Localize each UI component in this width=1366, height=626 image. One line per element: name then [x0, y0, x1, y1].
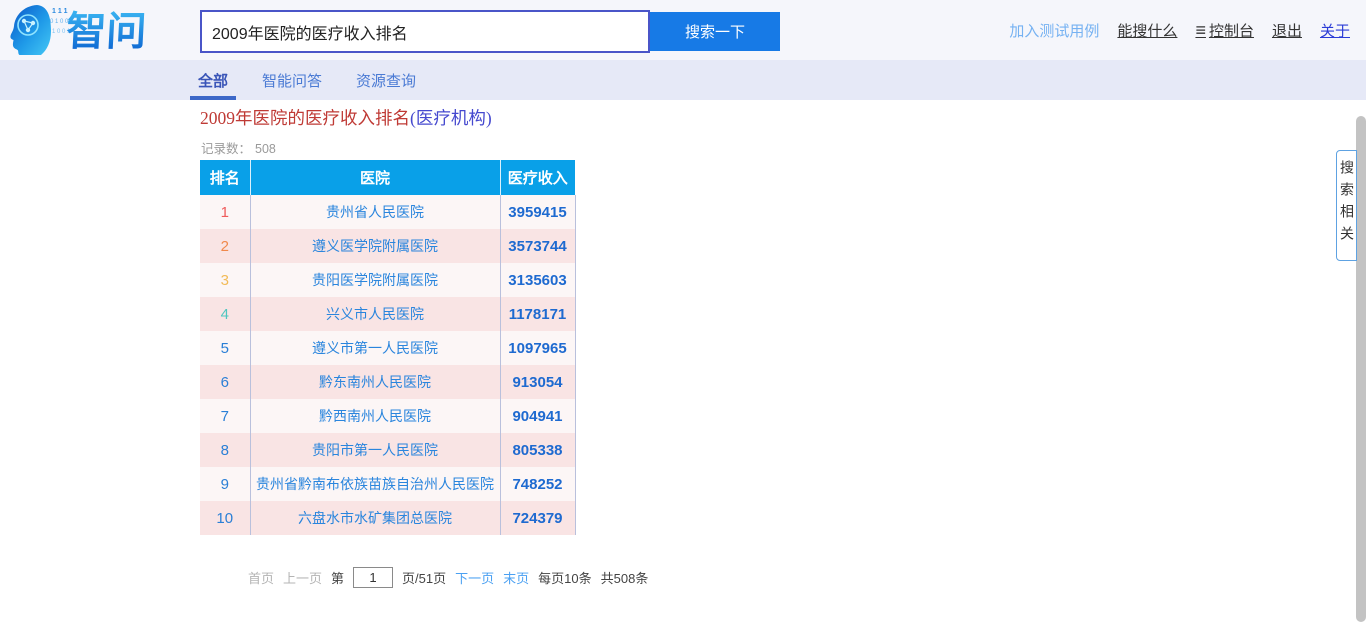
nav-logout[interactable]: 退出: [1272, 20, 1302, 41]
search-button[interactable]: 搜索一下: [650, 12, 780, 51]
table-row: 7黔西南州人民医院904941: [200, 399, 575, 433]
table-row: 8贵阳市第一人民医院805338: [200, 433, 575, 467]
search-input[interactable]: [200, 10, 650, 53]
hospital-link[interactable]: 贵阳市第一人民医院: [250, 433, 500, 467]
zhiwen-logo-icon: 1 1 1 0 1 0 0 1 0 0 1 智问: [6, 1, 176, 59]
result-title[interactable]: 2009年医院的医疗收入排名(医疗机构): [200, 105, 492, 130]
table-row: 9贵州省黔南布依族苗族自治州人民医院748252: [200, 467, 575, 501]
revenue-cell: 3573744: [500, 229, 575, 263]
nav-what-can-search[interactable]: 能搜什么: [1117, 20, 1177, 41]
revenue-cell: 904941: [500, 399, 575, 433]
revenue-cell: 3959415: [500, 195, 575, 229]
hospital-link[interactable]: 六盘水市水矿集团总医院: [250, 501, 500, 535]
rank-cell: 6: [200, 365, 250, 399]
rank-cell: 1: [200, 195, 250, 229]
rank-cell: 5: [200, 331, 250, 365]
col-header-rank: 排名: [200, 160, 250, 195]
page-number-input[interactable]: [353, 567, 393, 588]
page-prefix-label: 第: [331, 568, 344, 587]
table-body: 1贵州省人民医院39594152遵义医学院附属医院35737443贵阳医学院附属…: [200, 195, 575, 535]
table-row: 10六盘水市水矿集团总医院724379: [200, 501, 575, 535]
pagination: 首页 上一页 第 页/51页 下一页 末页 每页10条 共508条: [248, 567, 648, 588]
revenue-cell: 748252: [500, 467, 575, 501]
col-header-hospital: 医院: [250, 160, 500, 195]
svg-text:智问: 智问: [65, 10, 147, 54]
hospital-link[interactable]: 黔东南州人民医院: [250, 365, 500, 399]
tab-all[interactable]: 全部: [198, 60, 228, 100]
hospital-link[interactable]: 黔西南州人民医院: [250, 399, 500, 433]
hospital-link[interactable]: 贵州省人民医院: [250, 195, 500, 229]
rank-cell: 8: [200, 433, 250, 467]
rank-cell: 9: [200, 467, 250, 501]
page-last-link[interactable]: 末页: [503, 568, 529, 587]
revenue-cell: 724379: [500, 501, 575, 535]
result-title-main: 2009年医院的医疗收入排名: [200, 108, 410, 128]
hospital-link[interactable]: 遵义医学院附属医院: [250, 229, 500, 263]
revenue-cell: 1178171: [500, 297, 575, 331]
table-header-row: 排名 医院 医疗收入: [200, 160, 575, 195]
table-row: 4兴义市人民医院1178171: [200, 297, 575, 331]
top-nav: 加入测试用例 能搜什么 ≡控制台 退出 关于: [1009, 0, 1350, 60]
hospital-link[interactable]: 贵州省黔南布依族苗族自治州人民医院: [250, 467, 500, 501]
vertical-scrollbar[interactable]: [1356, 116, 1366, 622]
table-row: 5遵义市第一人民医院1097965: [200, 331, 575, 365]
nav-about[interactable]: 关于: [1320, 20, 1350, 41]
console-icon: ≡: [1195, 21, 1206, 39]
per-page-label: 每页10条: [538, 568, 591, 587]
tab-smart-qa[interactable]: 智能问答: [262, 60, 322, 100]
rank-cell: 10: [200, 501, 250, 535]
page-prev-link[interactable]: 上一页: [283, 568, 322, 587]
page-suffix-label: 页/51页: [402, 568, 446, 587]
search-related-drawer[interactable]: 搜索相关: [1336, 150, 1357, 261]
revenue-cell: 3135603: [500, 263, 575, 297]
rank-cell: 3: [200, 263, 250, 297]
results-area: 2009年医院的医疗收入排名(医疗机构) 记录数：508 排名 医院 医疗收入 …: [0, 100, 1366, 626]
revenue-cell: 805338: [500, 433, 575, 467]
table-row: 2遵义医学院附属医院3573744: [200, 229, 575, 263]
result-title-suffix: (医疗机构): [410, 108, 492, 128]
rank-cell: 2: [200, 229, 250, 263]
col-header-revenue: 医疗收入: [500, 160, 575, 195]
table-row: 1贵州省人民医院3959415: [200, 195, 575, 229]
result-tabbar: 全部 智能问答 资源查询: [0, 60, 1366, 100]
rank-cell: 7: [200, 399, 250, 433]
table-row: 3贵阳医学院附属医院3135603: [200, 263, 575, 297]
record-count: 记录数：508: [201, 138, 276, 157]
nav-join-test-cases[interactable]: 加入测试用例: [1009, 20, 1099, 41]
top-header: 1 1 1 0 1 0 0 1 0 0 1 智问 搜索一下 加入测试用例 能搜什…: [0, 0, 1366, 60]
hospital-link[interactable]: 贵阳医学院附属医院: [250, 263, 500, 297]
table-row: 6黔东南州人民医院913054: [200, 365, 575, 399]
hospital-link[interactable]: 兴义市人民医院: [250, 297, 500, 331]
svg-text:1 1 1: 1 1 1: [52, 8, 68, 15]
rank-cell: 4: [200, 297, 250, 331]
page-next-link[interactable]: 下一页: [455, 568, 494, 587]
tab-resource-query[interactable]: 资源查询: [356, 60, 416, 100]
revenue-cell: 913054: [500, 365, 575, 399]
page-first-link[interactable]: 首页: [248, 568, 274, 587]
total-count-label: 共508条: [601, 568, 649, 587]
ranking-table: 排名 医院 医疗收入 1贵州省人民医院39594152遵义医学院附属医院3573…: [200, 160, 576, 535]
nav-console[interactable]: ≡控制台: [1195, 20, 1254, 41]
revenue-cell: 1097965: [500, 331, 575, 365]
search-related-label: 搜索相关: [1337, 160, 1357, 248]
hospital-link[interactable]: 遵义市第一人民医院: [250, 331, 500, 365]
